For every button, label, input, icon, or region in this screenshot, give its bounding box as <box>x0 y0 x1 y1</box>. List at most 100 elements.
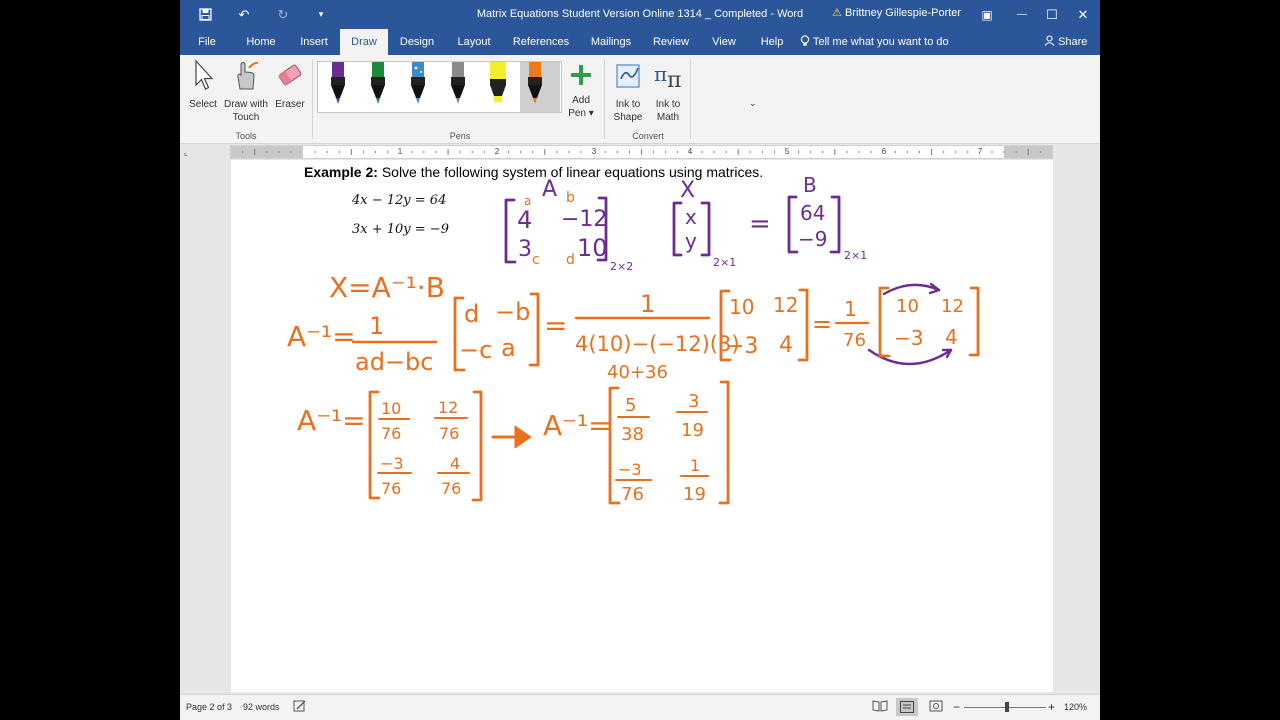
zoom-level[interactable]: 120% <box>1064 695 1087 719</box>
pen-silver[interactable] <box>443 62 473 112</box>
pen-purple[interactable] <box>323 62 353 112</box>
close-icon[interactable]: ✕ <box>1066 0 1100 29</box>
print-layout-icon[interactable] <box>896 698 918 716</box>
pen-green[interactable] <box>363 62 393 112</box>
frac-76: 76 <box>381 424 401 443</box>
frac-3: 3 <box>688 391 699 412</box>
svg-text:π: π <box>667 68 681 91</box>
tab-help[interactable]: Help <box>754 29 790 55</box>
frac-76: 76 <box>621 484 644 505</box>
tell-me-label: Tell me what you want to do <box>812 36 949 48</box>
matrix-a-left-bracket <box>504 198 517 264</box>
pen-galaxy-blue[interactable] <box>403 62 433 112</box>
ink-to-math-button[interactable]: ππ Ink to Math <box>648 59 688 124</box>
frac-76: 76 <box>441 479 461 498</box>
redo-icon[interactable]: ↻ <box>264 0 302 29</box>
tab-references[interactable]: References <box>510 29 572 55</box>
web-layout-icon[interactable] <box>929 695 943 719</box>
matrix-3-11: 10 <box>729 295 754 319</box>
maximize-icon[interactable]: ☐ <box>1035 0 1069 29</box>
tab-design[interactable]: Design <box>394 29 440 55</box>
matrix-a-22: 10 <box>577 234 608 262</box>
tab-file[interactable]: File <box>190 29 224 55</box>
frac-19: 19 <box>681 420 704 441</box>
tab-review[interactable]: Review <box>648 29 694 55</box>
save-icon[interactable] <box>186 0 224 29</box>
adj-right-bracket <box>528 292 540 367</box>
fraction-denominator-76: 76 <box>843 330 866 351</box>
word-window: ↶ ↻ ▾ Matrix Equations Student Version O… <box>180 0 1100 720</box>
ruler-number: 7 <box>977 147 983 156</box>
matrix-x-left-bracket <box>672 201 683 257</box>
tab-mailings[interactable]: Mailings <box>586 29 636 55</box>
ink-to-shape-button[interactable]: Ink to Shape <box>608 59 648 124</box>
matrix-6-left-bracket <box>608 386 621 505</box>
ainverse-label-2: A⁻¹= <box>297 404 366 437</box>
lightbulb-icon <box>800 35 813 48</box>
undo-icon[interactable]: ↶ <box>225 0 263 29</box>
draw-with-touch-button[interactable]: Draw with Touch <box>222 59 270 124</box>
page-count[interactable]: Page 2 of 3 <box>186 695 232 719</box>
matrix-b-left-bracket <box>787 195 799 254</box>
frac-76: 76 <box>439 424 459 443</box>
tab-home[interactable]: Home <box>240 29 282 55</box>
zoom-in-button[interactable]: + <box>1048 695 1055 719</box>
tell-me-search[interactable]: Tell me what you want to do <box>800 29 949 55</box>
draw-ribbon: Select Draw with Touch Eraser Tools ⌄ Ad… <box>180 55 1100 144</box>
orange-ink: a b c d X=A⁻¹·B A⁻¹= 1 ad−bc d −b −c a =… <box>287 190 980 505</box>
adj-22: a <box>501 334 516 362</box>
ink-to-shape-icon <box>608 59 648 95</box>
matrix-b-label: B <box>803 173 817 197</box>
frac-5: 5 <box>625 395 636 416</box>
ruler-number: 1 <box>397 147 403 156</box>
user-account[interactable]: ⚠ Brittney Gillespie-Porter <box>832 0 961 29</box>
customize-toolbar-icon[interactable]: ▾ <box>302 0 340 29</box>
frac-4: 4 <box>450 454 460 473</box>
frac-10: 10 <box>381 399 401 418</box>
eraser-button[interactable]: Eraser <box>272 59 308 111</box>
document-title: Matrix Equations Student Version Online … <box>476 8 804 20</box>
matrix-x-label: X <box>680 178 695 203</box>
matrix-x-1: x <box>685 205 697 229</box>
warning-icon: ⚠ <box>832 7 842 19</box>
tab-selector[interactable]: ⌞ <box>184 148 196 158</box>
select-button[interactable]: Select <box>186 59 220 111</box>
frac-12: 12 <box>438 398 458 417</box>
tools-group-label: Tools <box>235 131 257 141</box>
user-name: Brittney Gillespie-Porter <box>844 7 962 19</box>
tab-draw[interactable]: Draw <box>340 29 388 55</box>
horizontal-ruler[interactable]: 1 2 3 4 5 6 7 <box>230 145 1053 159</box>
ribbon-display-options-icon[interactable]: ▣ <box>970 0 1004 29</box>
matrix-3-12: 12 <box>773 293 798 317</box>
share-button[interactable]: Share <box>1044 29 1087 55</box>
separator <box>604 59 605 139</box>
matrix-b-1: 64 <box>800 201 825 225</box>
matrix-a-11: 4 <box>517 206 532 234</box>
fraction-numerator-3: 1 <box>844 297 857 321</box>
add-pen-button[interactable]: Add Pen ▾ <box>564 63 598 120</box>
minimize-icon[interactable]: — <box>1005 0 1039 29</box>
read-mode-icon[interactable] <box>872 695 888 719</box>
word-count[interactable]: 92 words <box>243 695 280 719</box>
matrix-3-22: 4 <box>779 333 793 358</box>
x-equals-ainv-b: X=A⁻¹·B <box>329 271 445 304</box>
gallery-more-icon[interactable]: ⌄ <box>749 98 757 109</box>
tab-view[interactable]: View <box>706 29 742 55</box>
zoom-slider-thumb[interactable] <box>1005 702 1010 712</box>
pens-gallery: ⌄ <box>317 61 757 113</box>
zoom-out-button[interactable]: − <box>953 695 960 719</box>
tab-layout[interactable]: Layout <box>452 29 496 55</box>
pen-orange-selected[interactable]: ⌄ <box>520 62 757 112</box>
separator <box>690 59 691 139</box>
tab-insert[interactable]: Insert <box>294 29 334 55</box>
highlighter-yellow[interactable] <box>483 62 513 112</box>
frac-1: 1 <box>690 456 700 475</box>
frac-38: 38 <box>621 424 644 445</box>
zoom-slider[interactable] <box>964 702 1046 712</box>
matrix-4-left-bracket <box>878 286 891 358</box>
proofing-icon[interactable] <box>293 695 307 719</box>
document-page[interactable]: Example 2: Solve the following system of… <box>231 160 1053 692</box>
matrix-4-12: 12 <box>941 296 964 317</box>
matrix-a-dimension: 2×2 <box>610 260 633 273</box>
matrix-a-12: −12 <box>561 207 607 232</box>
